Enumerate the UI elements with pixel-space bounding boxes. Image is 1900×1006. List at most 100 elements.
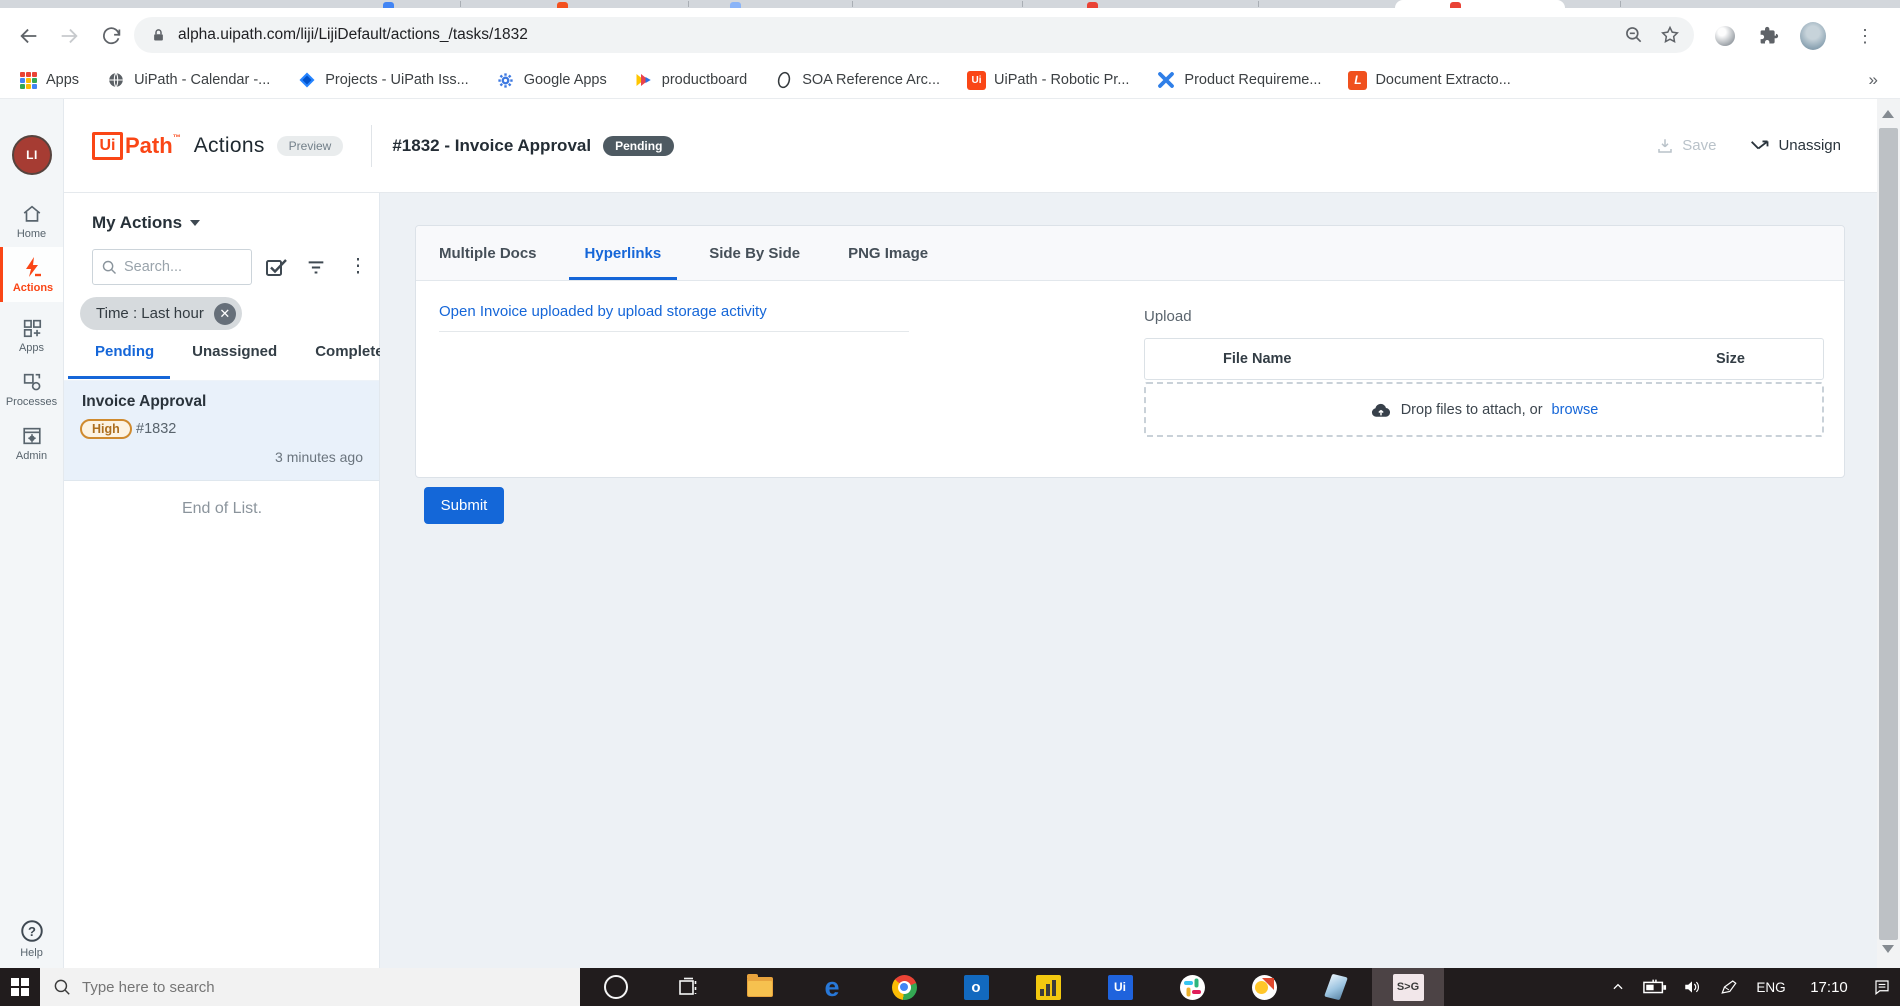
blue-x-icon [1156, 70, 1176, 90]
bookmark-uipath-robotic[interactable]: Ui UiPath - Robotic Pr... [967, 70, 1129, 90]
browse-link[interactable]: browse [1552, 402, 1599, 418]
invoice-hyperlink[interactable]: Open Invoice uploaded by upload storage … [439, 303, 767, 320]
slack-icon[interactable] [1156, 968, 1228, 1006]
unassign-button[interactable]: Unassign [1750, 137, 1841, 154]
snagit-icon[interactable] [1228, 968, 1300, 1006]
sidebar-item-home[interactable]: Home [0, 203, 63, 240]
search-icon [53, 978, 72, 997]
productboard-icon [634, 70, 654, 90]
save-button[interactable]: Save [1656, 137, 1716, 155]
tab-pending[interactable]: Pending [95, 343, 154, 377]
outlook-icon[interactable]: o [940, 968, 1012, 1006]
taskbar-search-input[interactable] [82, 978, 502, 996]
priority-badge: High [80, 419, 132, 439]
bookmark-productboard[interactable]: productboard [634, 70, 747, 90]
browser-profile-avatar[interactable] [1800, 22, 1826, 50]
task-list-panel: My Actions ⋮ Time : Last hour ✕ Pending … [64, 193, 393, 968]
bookmark-document-extractor[interactable]: L Document Extracto... [1348, 70, 1511, 90]
file-explorer-icon[interactable] [724, 968, 796, 1006]
bookmark-uipath-calendar[interactable]: UiPath - Calendar -... [106, 70, 270, 90]
file-dropzone[interactable]: Drop files to attach, or browse [1144, 382, 1824, 437]
list-tabs: Pending Unassigned Completed [64, 343, 393, 377]
sidebar-item-processes[interactable]: Processes [0, 371, 63, 408]
multi-select-icon[interactable] [262, 253, 290, 281]
tab-side-by-side[interactable]: Side By Side [693, 226, 816, 280]
bookmark-apps[interactable]: Apps [18, 70, 79, 90]
bookmark-soa-reference[interactable]: SOA Reference Arc... [774, 70, 940, 90]
clock[interactable]: 17:10 [1795, 979, 1863, 996]
search-input[interactable] [124, 259, 234, 275]
taskbar-search[interactable] [40, 968, 580, 1006]
user-avatar[interactable]: LI [12, 135, 52, 175]
divider [439, 331, 909, 332]
scroll-down-arrow[interactable] [1882, 945, 1894, 953]
pen-icon[interactable] [1710, 978, 1747, 996]
address-bar[interactable]: alpha.uipath.com/liji/LijiDefault/action… [134, 17, 1694, 53]
task-list-item[interactable]: Invoice Approval High #1832 3 minutes ag… [64, 380, 379, 481]
extension-ball-icon[interactable] [1712, 23, 1738, 49]
sidebar-item-admin[interactable]: Admin [0, 425, 63, 462]
doc-extractor-favicon: L [1348, 70, 1368, 90]
scrollbar-thumb[interactable] [1879, 128, 1898, 940]
bookmark-google-apps[interactable]: Google Apps [496, 70, 607, 90]
scroll-up-arrow[interactable] [1882, 110, 1894, 118]
filter-chip-time[interactable]: Time : Last hour ✕ [80, 297, 242, 330]
bookmark-star-icon[interactable] [1660, 25, 1680, 45]
main-content: Multiple Docs Hyperlinks Side By Side PN… [380, 193, 1877, 968]
tab-png-image[interactable]: PNG Image [832, 226, 944, 280]
screen: alpha.uipath.com/liji/LijiDefault/action… [0, 0, 1900, 1006]
page-scrollbar[interactable] [1877, 99, 1900, 968]
sidebar-item-apps[interactable]: Apps [0, 317, 63, 354]
save-icon [1658, 138, 1672, 153]
scope-dropdown[interactable]: My Actions [92, 213, 201, 233]
forward-icon[interactable] [56, 23, 82, 49]
task-view-icon[interactable] [652, 968, 724, 1006]
browser-menu-icon[interactable]: ⋮ [1852, 23, 1878, 49]
tray-chevron-up-icon[interactable] [1599, 980, 1636, 994]
tab-multiple-docs[interactable]: Multiple Docs [423, 226, 553, 280]
action-center-icon[interactable] [1863, 978, 1900, 996]
language-indicator[interactable]: ENG [1747, 980, 1795, 995]
status-badge: Pending [603, 135, 675, 156]
panel-menu-icon[interactable]: ⋮ [344, 253, 372, 281]
tab-unassigned[interactable]: Unassigned [192, 343, 277, 377]
extensions-puzzle-icon[interactable] [1755, 23, 1781, 49]
filter-icon[interactable] [302, 253, 330, 281]
submit-button[interactable]: Submit [424, 487, 504, 524]
speaker-icon[interactable] [1673, 978, 1710, 996]
tab-hyperlinks[interactable]: Hyperlinks [568, 226, 678, 280]
chevron-down-icon [190, 220, 201, 226]
windows-logo-icon [11, 978, 29, 996]
search-box[interactable] [92, 249, 252, 285]
reload-icon[interactable] [98, 23, 124, 49]
task-item-id: #1832 [136, 421, 177, 437]
cortana-icon[interactable] [580, 968, 652, 1006]
bookmark-product-requirements[interactable]: Product Requireme... [1156, 70, 1321, 90]
edge-icon[interactable]: e [796, 968, 868, 1006]
uipath-studio-icon[interactable]: Ui [1084, 968, 1156, 1006]
bookmark-jira-projects[interactable]: Projects - UiPath Iss... [297, 70, 469, 90]
uipath-logo: Ui [92, 131, 123, 160]
notes-app-icon[interactable] [1300, 968, 1372, 1006]
active-browser-tab[interactable] [1395, 0, 1565, 8]
sng-active-app-icon[interactable]: S>G [1372, 968, 1444, 1006]
chip-close-icon[interactable]: ✕ [213, 302, 236, 325]
size-column-header: Size [1715, 351, 1745, 367]
back-icon[interactable] [16, 23, 42, 49]
battery-icon[interactable] [1636, 979, 1673, 995]
sidebar-item-help[interactable]: ? Help [0, 918, 63, 959]
bookmarks-overflow-chevron[interactable]: » [1869, 70, 1878, 90]
chrome-icon[interactable] [868, 968, 940, 1006]
url-text[interactable]: alpha.uipath.com/liji/LijiDefault/action… [178, 26, 528, 44]
powerbi-icon[interactable] [1012, 968, 1084, 1006]
zoom-out-icon[interactable] [1624, 25, 1644, 45]
processes-icon [20, 371, 44, 393]
globe-icon [106, 70, 126, 90]
file-name-column-header: File Name [1223, 351, 1292, 367]
sidebar-item-actions[interactable]: Actions [0, 247, 63, 302]
start-button[interactable] [0, 968, 40, 1006]
product-title: Actions [193, 133, 265, 157]
end-of-list-label: End of List. [181, 500, 263, 517]
app-header: Ui Path™ Actions Preview #1832 - Invoice… [64, 99, 1877, 193]
browser-toolbar: alpha.uipath.com/liji/LijiDefault/action… [0, 8, 1900, 62]
